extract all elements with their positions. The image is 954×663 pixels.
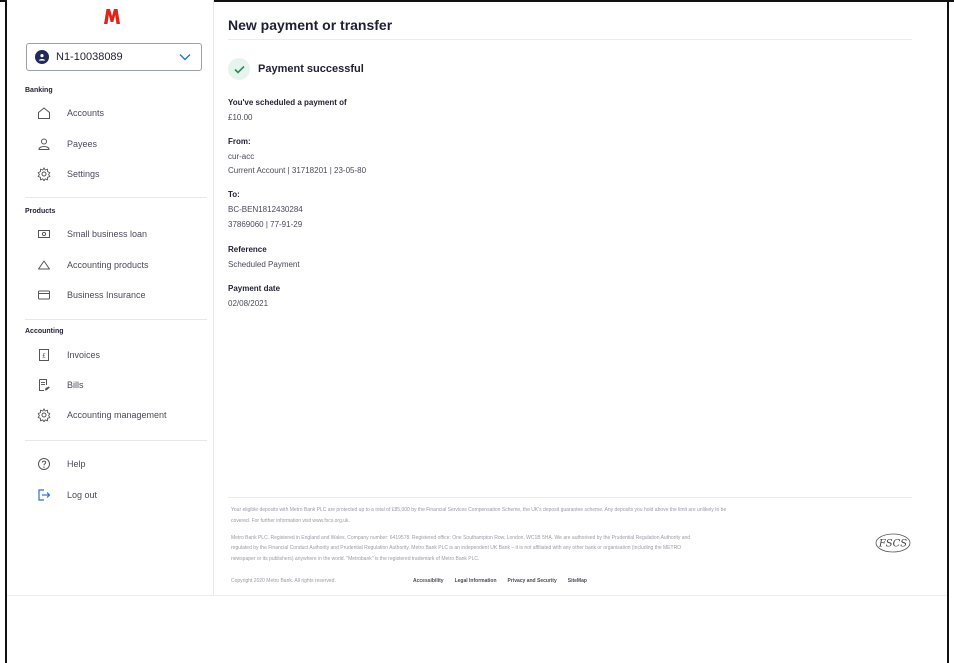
sidebar-item-settings[interactable]: Settings bbox=[25, 163, 205, 185]
sidebar-item-accounting-management[interactable]: Accounting management bbox=[25, 404, 205, 426]
sidebar-item-label: Accounts bbox=[67, 108, 105, 118]
payment-status: Payment successful bbox=[228, 58, 364, 80]
sidebar-item-log-out[interactable]: Log out bbox=[25, 484, 205, 506]
logout-icon bbox=[33, 487, 55, 503]
user-icon bbox=[35, 50, 49, 64]
payment-status-text: Payment successful bbox=[258, 63, 364, 75]
sidebar-item-label: Bills bbox=[67, 380, 84, 390]
account-selector-label: N1-10038089 bbox=[56, 51, 123, 63]
sidebar-item-accounts[interactable]: Accounts bbox=[25, 102, 205, 124]
page-title: New payment or transfer bbox=[228, 17, 393, 33]
footer-link-sitemap[interactable]: SiteMap bbox=[568, 578, 587, 584]
sidebar-item-label: Accounting management bbox=[67, 410, 167, 420]
app-bottom-border bbox=[7, 595, 947, 596]
amount-value: £10.00 bbox=[228, 113, 253, 122]
payment-date-value: 02/08/2021 bbox=[228, 299, 269, 308]
sidebar-item-label: Small business loan bbox=[67, 229, 148, 239]
sidebar-divider bbox=[25, 440, 207, 441]
sidebar-item-label: Accounting products bbox=[67, 260, 149, 270]
fscs-logo: FSCS bbox=[875, 533, 911, 553]
footer-divider bbox=[228, 497, 912, 498]
gear-icon bbox=[33, 166, 55, 182]
sidebar-divider bbox=[25, 319, 207, 320]
fscs-logo-text: FSCS bbox=[878, 539, 907, 550]
to-label: To: bbox=[228, 190, 240, 199]
sidebar-item-label: Business Insurance bbox=[67, 290, 146, 300]
copyright-text: Copyright 2020 Metro Bank. All rights re… bbox=[231, 578, 336, 584]
invoice-icon: £ bbox=[33, 347, 55, 363]
footer-legal-line-1: Metro Bank PLC. Registered in England an… bbox=[231, 535, 691, 541]
gear-icon bbox=[33, 407, 55, 423]
card-icon bbox=[33, 287, 55, 303]
sidebar-item-business-insurance[interactable]: Business Insurance bbox=[25, 284, 205, 306]
to-name: BC-BEN1812430284 bbox=[228, 205, 303, 214]
sidebar-item-payees[interactable]: Payees bbox=[25, 133, 205, 155]
sidebar-item-label: Invoices bbox=[67, 350, 101, 360]
footer-link-legal-information[interactable]: Legal Information bbox=[455, 578, 497, 584]
bill-icon bbox=[33, 377, 55, 393]
from-name: cur-acc bbox=[228, 152, 255, 161]
section-title-banking: Banking bbox=[25, 87, 53, 94]
person-icon bbox=[33, 136, 55, 152]
sidebar-item-help[interactable]: Help bbox=[25, 453, 205, 475]
payment-date-label: Payment date bbox=[228, 284, 281, 293]
footer-link-privacy-and-security[interactable]: Privacy and Security bbox=[508, 578, 557, 584]
check-icon bbox=[228, 58, 250, 80]
metro-bank-logo[interactable] bbox=[102, 6, 122, 26]
sidebar-item-label: Settings bbox=[67, 169, 100, 179]
sidebar-item-label: Log out bbox=[67, 490, 98, 500]
chevron-down-icon bbox=[179, 54, 191, 61]
footer-deposit-line-2: covered. For further information visit w… bbox=[231, 518, 350, 524]
cloud-icon bbox=[33, 257, 55, 273]
amount-label: You've scheduled a payment of bbox=[228, 98, 347, 107]
footer-legal-line-3: newspaper or its publishers) anywhere in… bbox=[231, 556, 480, 562]
main-content: New payment or transfer Payment successf… bbox=[228, 0, 912, 595]
home-icon bbox=[33, 105, 55, 121]
sidebar-item-invoices[interactable]: £ Invoices bbox=[25, 344, 205, 366]
footer-deposit-line-1: Your eligible deposits with Metro Bank P… bbox=[231, 507, 727, 513]
sidebar-divider bbox=[25, 197, 207, 198]
question-icon bbox=[33, 456, 55, 472]
from-label: From: bbox=[228, 137, 251, 146]
title-divider bbox=[228, 39, 912, 40]
footer-links: Copyright 2020 Metro Bank. All rights re… bbox=[231, 576, 831, 586]
section-title-accounting: Accounting bbox=[25, 328, 64, 335]
sidebar-item-bills[interactable]: Bills bbox=[25, 374, 205, 396]
sidebar-item-small-business-loan[interactable]: Small business loan bbox=[25, 223, 205, 245]
sidebar-item-accounting-products[interactable]: Accounting products bbox=[25, 254, 205, 276]
sidebar: N1-10038089 Banking Accounts Payees Sett… bbox=[7, 0, 214, 595]
account-selector[interactable]: N1-10038089 bbox=[26, 43, 202, 71]
banknote-icon bbox=[33, 226, 55, 242]
footer-link-accessibility[interactable]: Accessibility bbox=[413, 578, 444, 584]
sidebar-item-label: Payees bbox=[67, 139, 98, 149]
section-title-products: Products bbox=[25, 208, 56, 215]
svg-text:£: £ bbox=[42, 353, 46, 360]
from-account: Current Account | 31718201 | 23-05-80 bbox=[228, 166, 367, 175]
to-account: 37869060 | 77-91-29 bbox=[228, 220, 303, 229]
footer-legal-line-2: regulated by the Financial Conduct Autho… bbox=[231, 545, 682, 551]
sidebar-item-label: Help bbox=[67, 459, 86, 469]
reference-label: Reference bbox=[228, 245, 267, 254]
reference-value: Scheduled Payment bbox=[228, 260, 300, 269]
